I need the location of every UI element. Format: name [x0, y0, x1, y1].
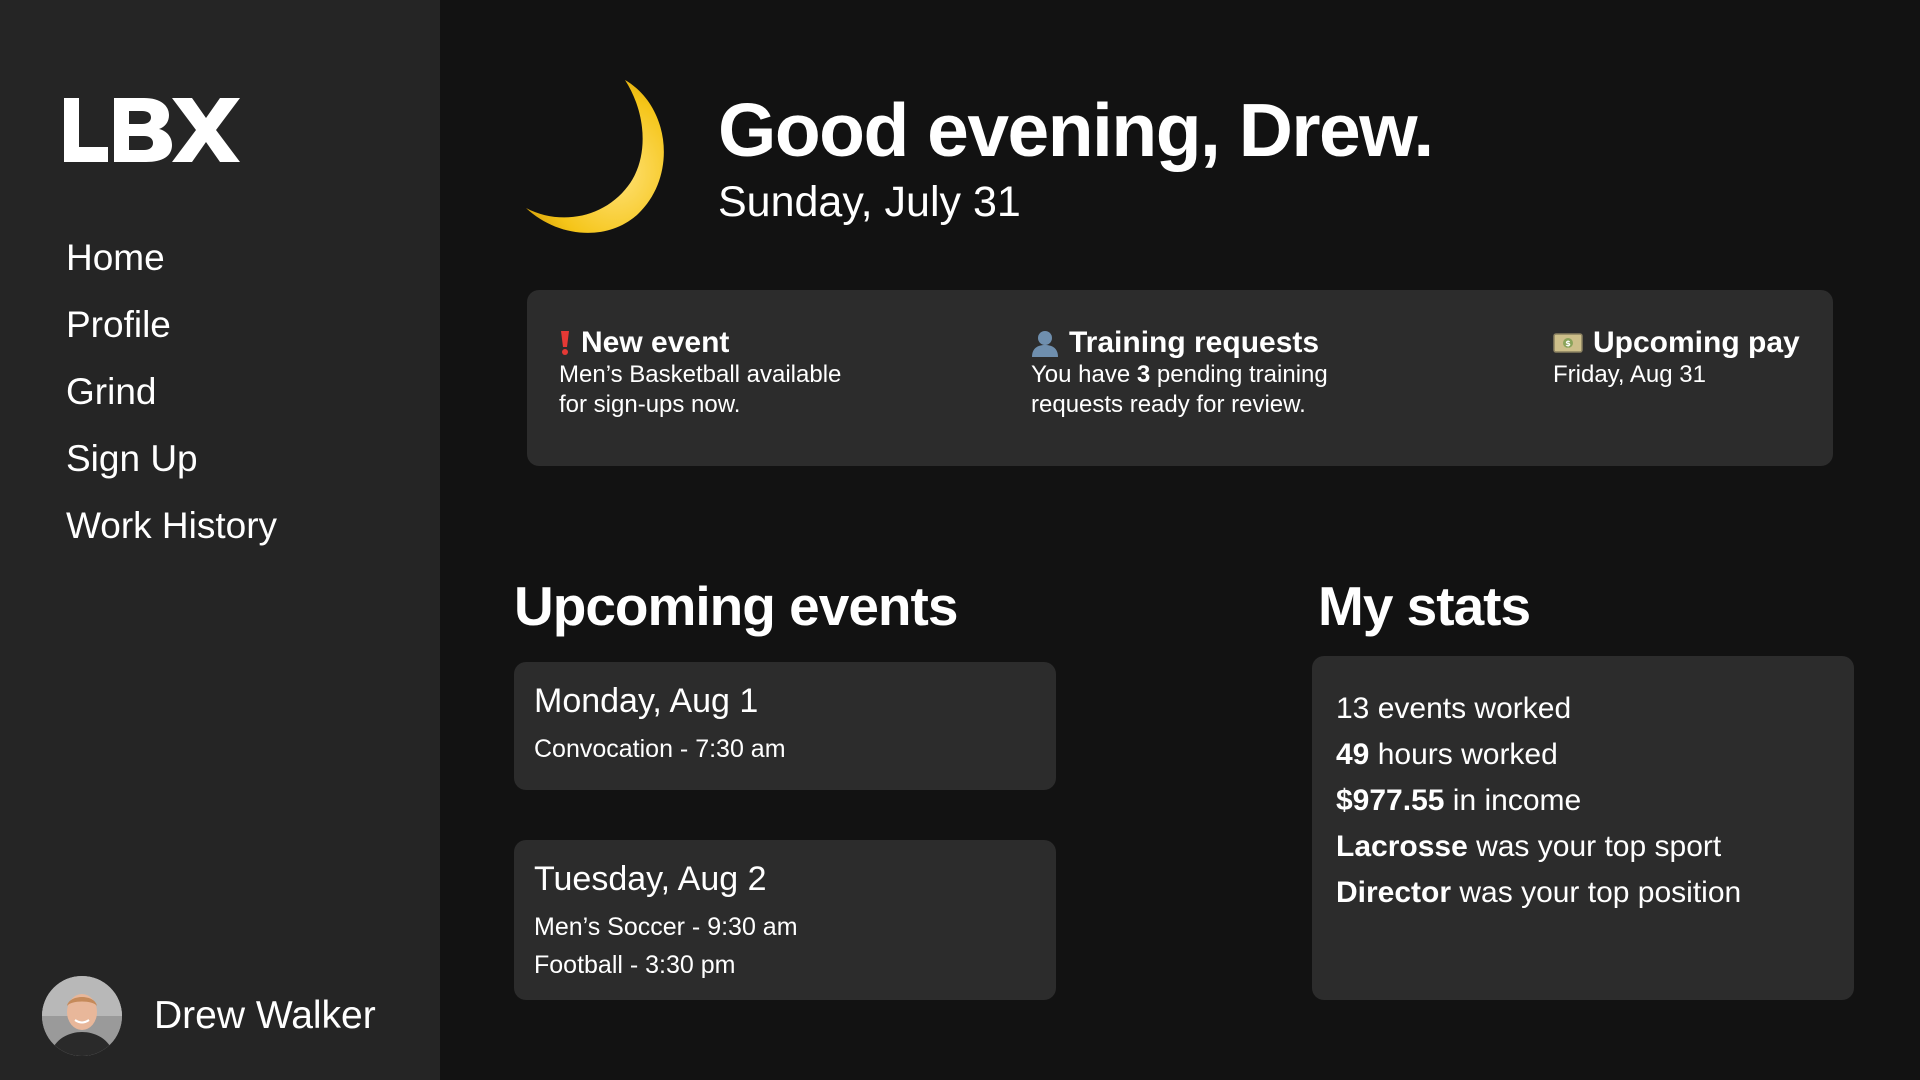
notification-upcoming-pay[interactable]: $ Upcoming pay Friday, Aug 31: [1553, 326, 1800, 390]
stat-top-position: Director was your top position: [1336, 876, 1742, 909]
notification-new-event[interactable]: New event Men’s Basketball available for…: [559, 326, 859, 420]
event-item: Men’s Soccer - 9:30 am: [534, 913, 798, 941]
nav-item-profile[interactable]: Profile: [66, 299, 277, 366]
stat-income: $977.55 in income: [1336, 784, 1582, 817]
greeting-heading: Good evening, Drew.: [718, 88, 1434, 172]
stats-card: 13 events worked 49 hours worked $977.55…: [1312, 656, 1854, 1000]
stat-top-sport: Lacrosse was your top sport: [1336, 830, 1722, 863]
money-icon: $: [1553, 332, 1583, 354]
my-stats-heading: My stats: [1318, 575, 1531, 637]
event-day-label: Tuesday, Aug 2: [534, 860, 767, 898]
crescent-moon-icon: [526, 80, 664, 233]
upcoming-events-heading: Upcoming events: [514, 575, 958, 637]
user-name: Drew Walker: [154, 994, 376, 1037]
nav-item-grind[interactable]: Grind: [66, 366, 277, 433]
event-day-label: Monday, Aug 1: [534, 682, 759, 720]
notification-body: Men’s Basketball available for sign-ups …: [559, 361, 842, 418]
event-day-card[interactable]: Monday, Aug 1 Convocation - 7:30 am: [514, 662, 1056, 790]
notification-body: Friday, Aug 31: [1553, 361, 1706, 388]
sidebar: Home Profile Grind Sign Up Work History …: [0, 0, 440, 1080]
nav-item-work-history[interactable]: Work History: [66, 500, 277, 567]
stat-events-worked: 13 events worked: [1336, 692, 1572, 725]
main-nav: Home Profile Grind Sign Up Work History: [66, 232, 277, 567]
notification-title: Upcoming pay: [1593, 326, 1800, 359]
stat-hours-worked: 49 hours worked: [1336, 738, 1558, 771]
lbx-logo[interactable]: [64, 96, 240, 164]
avatar[interactable]: [42, 976, 122, 1056]
exclamation-icon: [559, 330, 571, 356]
notification-title: Training requests: [1069, 326, 1320, 359]
person-icon: [1031, 329, 1059, 357]
pending-count: 3: [1136, 361, 1151, 388]
svg-text:$: $: [1565, 339, 1571, 348]
user-profile[interactable]: Drew Walker: [42, 976, 376, 1056]
event-day-card[interactable]: Tuesday, Aug 2 Men’s Soccer - 9:30 am Fo…: [514, 840, 1056, 1000]
event-item: Convocation - 7:30 am: [534, 735, 786, 763]
nav-item-home[interactable]: Home: [66, 232, 277, 299]
notification-body: You have 3 pending training requests rea…: [1031, 361, 1328, 418]
notification-bar: New event Men’s Basketball available for…: [527, 290, 1833, 466]
current-date: Sunday, July 31: [718, 178, 1021, 226]
notification-title: New event: [581, 326, 730, 359]
notification-training-requests[interactable]: Training requests You have 3 pending tra…: [1031, 326, 1351, 420]
nav-item-sign-up[interactable]: Sign Up: [66, 433, 277, 500]
event-item: Football - 3:30 pm: [534, 951, 736, 979]
